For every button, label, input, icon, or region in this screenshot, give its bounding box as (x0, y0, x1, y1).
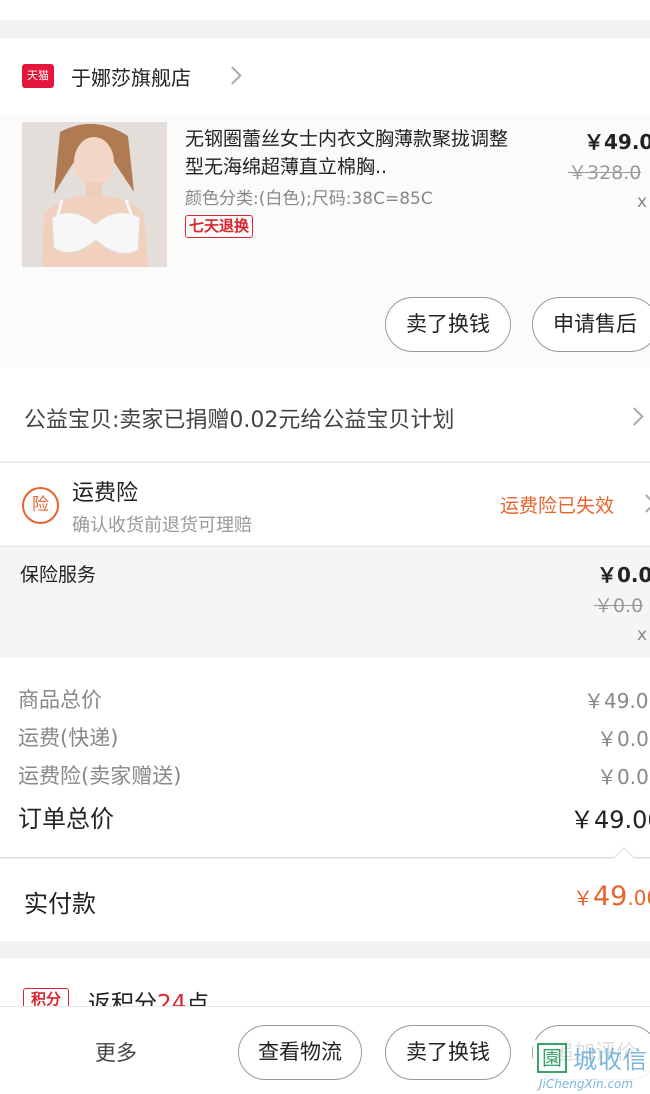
watermark-text: 城收信 (573, 1046, 648, 1074)
seven-day-return-badge: 七天退换 (185, 215, 254, 238)
insurance-service-item[interactable]: 保险服务 ￥0.0 ￥0.0 x (0, 546, 650, 658)
amount-decimal: .00 (627, 886, 650, 910)
apply-after-sale-button[interactable]: 申请售后 (532, 297, 650, 352)
product-sku: 颜色分类:(白色);尺码:38C=85C (185, 189, 433, 209)
summary-value-freight-insurance: ￥0.0 (597, 765, 649, 789)
product-image[interactable] (22, 122, 167, 267)
watermark-url: JiChengXin.com (539, 1077, 634, 1091)
actual-payment-value: ￥49.00 (573, 881, 650, 912)
freight-insurance-row[interactable]: 险 运费险 确认收货前退货可理赔 运费险已失效 (0, 462, 650, 545)
charity-row[interactable]: 公益宝贝:卖家已捐赠0.02元给公益宝贝计划 (0, 368, 650, 461)
freight-insurance-subtitle: 确认收货前退货可理赔 (72, 515, 252, 536)
freight-insurance-status: 运费险已失效 (500, 495, 615, 517)
currency-symbol: ￥ (573, 886, 593, 910)
insurance-service-quantity: x (637, 625, 648, 645)
product-title[interactable]: 无钢圈蕾丝女士内衣文胸薄款聚拢调整型无海绵超薄直立棉胸.. (185, 125, 515, 181)
price-summary: 商品总价 ￥49.0 运费(快递) ￥0.0 运费险(卖家赠送) ￥0.0 订单… (0, 658, 650, 867)
insurance-service-price: ￥0.0 (597, 563, 650, 587)
watermark-logo: 園 城收信 JiChengXin.com (533, 1040, 650, 1094)
chevron-right-icon (625, 407, 644, 426)
chevron-right-icon (223, 66, 242, 85)
actual-payment-row: 实付款 ￥49.00 (0, 859, 650, 941)
amount-integer: 49 (593, 881, 628, 912)
product-quantity: x (637, 192, 648, 212)
store-header[interactable]: 天猫 于娜莎旗舰店 (0, 38, 650, 114)
insurance-service-label: 保险服务 (20, 564, 97, 586)
watermark-mark: 園 (537, 1043, 567, 1073)
tmall-logo: 天猫 (22, 64, 54, 88)
charity-text: 公益宝贝:卖家已捐赠0.02元给公益宝贝计划 (24, 408, 455, 433)
product-item[interactable]: 无钢圈蕾丝女士内衣文胸薄款聚拢调整型无海绵超薄直立棉胸.. 颜色分类:(白色);… (0, 114, 650, 368)
summary-label-shipping: 运费(快递) (18, 726, 119, 750)
summary-label-freight-insurance: 运费险(卖家赠送) (18, 764, 182, 788)
order-total-label: 订单总价 (18, 805, 114, 833)
product-original-price: ￥328.0 (568, 162, 642, 184)
chevron-right-icon (637, 494, 650, 513)
store-name[interactable]: 于娜莎旗舰店 (71, 62, 191, 91)
insurance-icon: 险 (22, 487, 59, 524)
summary-value-shipping: ￥0.0 (597, 727, 649, 751)
insurance-service-original-price: ￥0.0 (594, 595, 644, 617)
divider (0, 857, 650, 858)
top-strip (0, 0, 650, 20)
summary-label-goods: 商品总价 (18, 688, 102, 712)
product-price: ￥49.0 (584, 130, 650, 154)
sell-for-cash-button[interactable]: 卖了换钱 (385, 297, 511, 352)
view-logistics-button[interactable]: 查看物流 (238, 1025, 362, 1080)
freight-insurance-title: 运费险 (72, 481, 139, 506)
sell-for-cash-bottom-button[interactable]: 卖了换钱 (385, 1025, 511, 1080)
summary-value-goods: ￥49.0 (584, 689, 649, 713)
order-total-value: ￥49.00 (570, 806, 650, 834)
more-button[interactable]: 更多 (95, 1037, 137, 1067)
actual-payment-label: 实付款 (24, 890, 96, 918)
